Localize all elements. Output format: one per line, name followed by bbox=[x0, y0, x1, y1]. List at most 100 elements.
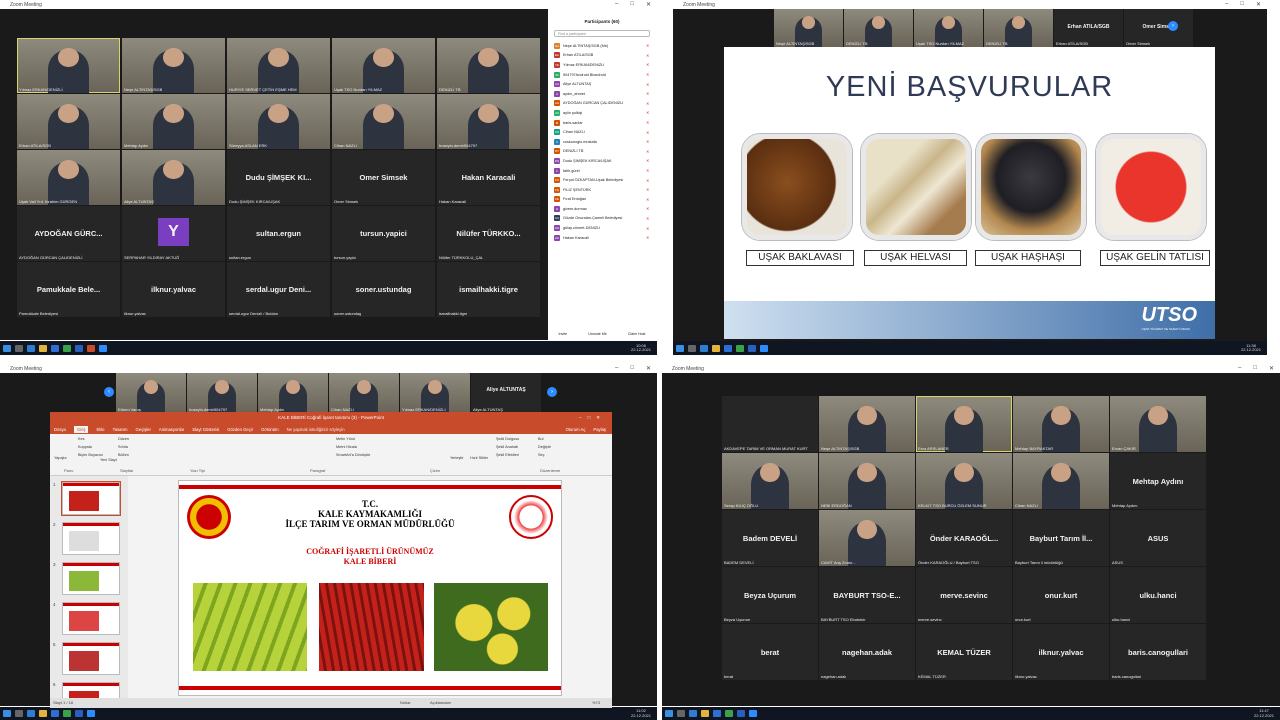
windows-start-icon[interactable] bbox=[676, 344, 684, 352]
strip-participant-tile[interactable]: Ethem Varuş bbox=[116, 373, 186, 413]
strip-participant-tile[interactable]: Neşe ALTINTAŞ/SGB bbox=[774, 9, 843, 47]
mail-icon[interactable] bbox=[724, 344, 732, 352]
ribbon-command[interactable]: Yerleştir bbox=[450, 456, 464, 460]
maximize-icon[interactable]: □ bbox=[630, 365, 634, 372]
slide-thumbnail[interactable] bbox=[62, 642, 120, 675]
comments-button[interactable]: Açıklamalar bbox=[430, 698, 451, 708]
participant-tile[interactable]: KELKİT TSO BURCU ÖZLEM SUNUR bbox=[916, 453, 1012, 509]
strip-participant-tile[interactable]: Uşak TSO Nurdan YILMAZ bbox=[914, 9, 983, 47]
participant-tile[interactable]: NEBİ ERDOĞAN bbox=[819, 453, 915, 509]
participant-tile[interactable]: Nilüfer TÜRKKO... Nilüfer TÜRKKOLU_ÇAL bbox=[437, 206, 540, 261]
participant-tile[interactable]: ulku.hanci ulku.hanci bbox=[1110, 567, 1206, 623]
ribbon-tab[interactable]: Giriş bbox=[73, 425, 89, 433]
zoom-icon[interactable] bbox=[760, 344, 768, 352]
minimize-icon[interactable]: – bbox=[1225, 1, 1228, 8]
strip-participant-tile[interactable]: Yılmaz ERKAN/DENİZLİ bbox=[400, 373, 470, 413]
participant-tile[interactable]: serdal.ugur Deni... serdal.ugur Denizli /… bbox=[227, 262, 330, 317]
ribbon-command[interactable]: Metin Yönü bbox=[336, 437, 355, 441]
participant-tile[interactable]: Badem DEVELİ BADEM DEVELİ bbox=[722, 510, 818, 566]
participant-row[interactable]: Ggizem.durmaz ✕ bbox=[548, 204, 656, 214]
zoom-icon[interactable] bbox=[99, 344, 107, 352]
strip-participant-tile[interactable]: huseyin.demir504797 bbox=[187, 373, 257, 413]
participant-row[interactable]: DT DENİZLİ TB ✕ bbox=[548, 147, 656, 157]
participant-tile[interactable]: sultan.ergun sultan.ergun bbox=[227, 206, 330, 261]
prev-page-button[interactable]: ‹ bbox=[104, 387, 114, 397]
strip-participant-tile[interactable]: Aliye ALTUNTAŞ Aliye ALTUNTAŞ bbox=[471, 373, 541, 413]
participant-tile[interactable]: Neşe ALTINTAŞ/SGB bbox=[819, 396, 915, 452]
maximize-icon[interactable]: □ bbox=[630, 1, 634, 8]
chrome-icon[interactable] bbox=[63, 710, 71, 717]
participant-tile[interactable]: HURİYE SERVET ÇETİN EŞME HEM bbox=[227, 38, 330, 93]
participant-tile[interactable]: CAHİT Arış Zomo... bbox=[819, 510, 915, 566]
participant-tile[interactable]: tursun.yapici tursun.yapici bbox=[332, 206, 435, 261]
ribbon-tab[interactable]: Gözden Geçir bbox=[227, 427, 253, 432]
ribbon-command[interactable]: Hızlı Stiller bbox=[470, 456, 488, 460]
participant-tile[interactable]: Hakan Karacali Hakan Karacali bbox=[437, 150, 540, 205]
ribbon-command[interactable]: Biçim Boyacısı bbox=[78, 453, 103, 457]
windows-start-icon[interactable] bbox=[665, 710, 673, 717]
slide-thumbnail[interactable] bbox=[62, 602, 120, 635]
participant-row[interactable]: EA Erhan ATİLA/SGB ✕ bbox=[548, 51, 656, 61]
participant-tile[interactable]: baris.canogullari baris.canogullari bbox=[1110, 624, 1206, 680]
ribbon-command[interactable]: Şekil Dolgusu bbox=[496, 437, 519, 441]
participant-tile[interactable]: Mehtap Aydın bbox=[122, 94, 225, 149]
explorer-icon[interactable] bbox=[39, 344, 47, 352]
participant-tile[interactable]: huseyin.demir504797 bbox=[437, 94, 540, 149]
minimize-icon[interactable]: – bbox=[1238, 365, 1241, 372]
participant-row[interactable]: FÖ Ferçal ÖZKAPTAN-Uşak Belediyesi ✕ bbox=[548, 175, 656, 185]
search-icon[interactable] bbox=[688, 344, 696, 352]
participant-row[interactable]: GÇ Gözde Onuralan-Çameli Belediyesi ✕ bbox=[548, 214, 656, 224]
participant-tile[interactable]: Önder KARAOĞL... Önder KARAOĞLU / Bayburt… bbox=[916, 510, 1012, 566]
ribbon-command[interactable]: Kopyala bbox=[78, 445, 92, 449]
strip-participant-tile[interactable]: DENİZLİ TB bbox=[984, 9, 1053, 47]
ribbon-command[interactable]: Sıfırla bbox=[118, 445, 128, 449]
participant-tile[interactable]: Uşak Vali Yrd. İbrahim GÜRGEN bbox=[17, 150, 120, 205]
next-page-button[interactable]: › bbox=[547, 387, 557, 397]
chrome-icon[interactable] bbox=[736, 344, 744, 352]
participant-row[interactable]: AS aylin şolkişi ✕ bbox=[548, 108, 656, 118]
participant-row[interactable]: AA Aliye ALTUNTAŞ ✕ bbox=[548, 79, 656, 89]
strip-participant-tile[interactable]: Omer Simsek Omer Simsek bbox=[1124, 9, 1193, 47]
participant-row[interactable]: Ffatih.gürel ✕ bbox=[548, 166, 656, 176]
windows-start-icon[interactable] bbox=[3, 344, 11, 352]
strip-participant-tile[interactable]: Cihan NAZLI bbox=[329, 373, 399, 413]
participant-tile[interactable]: ismailhakki.tigre ismailhakki.tigre bbox=[437, 262, 540, 317]
ribbon-command[interactable]: Kes bbox=[78, 437, 85, 441]
close-icon[interactable]: ✕ bbox=[1269, 365, 1274, 372]
ribbon-tab[interactable]: Animasyonlar bbox=[159, 427, 184, 432]
participant-tile[interactable]: Mehtap BAYRAKTAR bbox=[1013, 396, 1109, 452]
windows-start-icon[interactable] bbox=[3, 710, 11, 717]
participant-row[interactable]: Aaydın_ahmet ✕ bbox=[548, 89, 656, 99]
explorer-icon[interactable] bbox=[712, 344, 720, 352]
participant-tile[interactable]: AKDAVEPE TARIM VE ORMAN MURAT KURT bbox=[722, 396, 818, 452]
participant-tile[interactable]: BAYBURT TSO-E... BAYBURT TSO Ebubekir bbox=[819, 567, 915, 623]
ribbon-command[interactable]: Değiştir bbox=[538, 445, 551, 449]
unmute-me-button[interactable]: Unmute Me bbox=[588, 332, 607, 336]
participant-tile[interactable]: ASUS ASUS bbox=[1110, 510, 1206, 566]
minimize-icon[interactable]: – bbox=[615, 1, 618, 8]
participant-tile[interactable]: Uşak TSO Nurdan YILMAZ bbox=[332, 38, 435, 93]
ribbon-command[interactable]: Bul bbox=[538, 437, 544, 441]
participant-tile[interactable]: Neşe ALTINTAŞ/SGB bbox=[122, 38, 225, 93]
ribbon-command[interactable]: Metni Hizala bbox=[336, 445, 357, 449]
participant-tile[interactable]: Aliye ALTUNTAŞ bbox=[122, 150, 225, 205]
participant-row[interactable]: Ccoskunoglu.mustafa ✕ bbox=[548, 137, 656, 147]
participant-tile[interactable]: berat berat bbox=[722, 624, 818, 680]
participant-tile[interactable]: Dudu ŞİMŞEK KI... Dudu ŞİMŞEK KIRCA/UŞAK bbox=[227, 150, 330, 205]
close-icon[interactable]: ✕ bbox=[646, 365, 651, 372]
participant-tile[interactable]: Erhan ATİLA/SGB bbox=[17, 94, 120, 149]
maximize-icon[interactable]: □ bbox=[1253, 365, 1257, 372]
ribbon-tab[interactable]: Geçişler bbox=[136, 427, 151, 432]
ribbon-tab[interactable]: Görünüm bbox=[261, 427, 278, 432]
ribbon-command[interactable]: Şekil Anahatı bbox=[496, 445, 518, 449]
strip-participant-tile[interactable]: Mehtap Aydın bbox=[258, 373, 328, 413]
participant-row[interactable]: YE Yılmaz ERKAN/DENİZLİ ✕ bbox=[548, 60, 656, 70]
participant-tile[interactable]: Pamukkale Bele... Pamukkale Belediyesi bbox=[17, 262, 120, 317]
mail-icon[interactable] bbox=[713, 710, 721, 717]
notes-button[interactable]: Notlar bbox=[400, 698, 411, 708]
participant-row[interactable]: DŞ Dudu ŞİMŞEK KIRCA/UŞAK ✕ bbox=[548, 156, 656, 166]
participant-tile[interactable]: KEMAL TÜZER KEMAL TÜZER bbox=[916, 624, 1012, 680]
ribbon-command[interactable]: Seç bbox=[538, 453, 545, 457]
participant-tile[interactable]: Cihan NAZLI bbox=[332, 94, 435, 149]
edge-icon[interactable] bbox=[700, 344, 708, 352]
